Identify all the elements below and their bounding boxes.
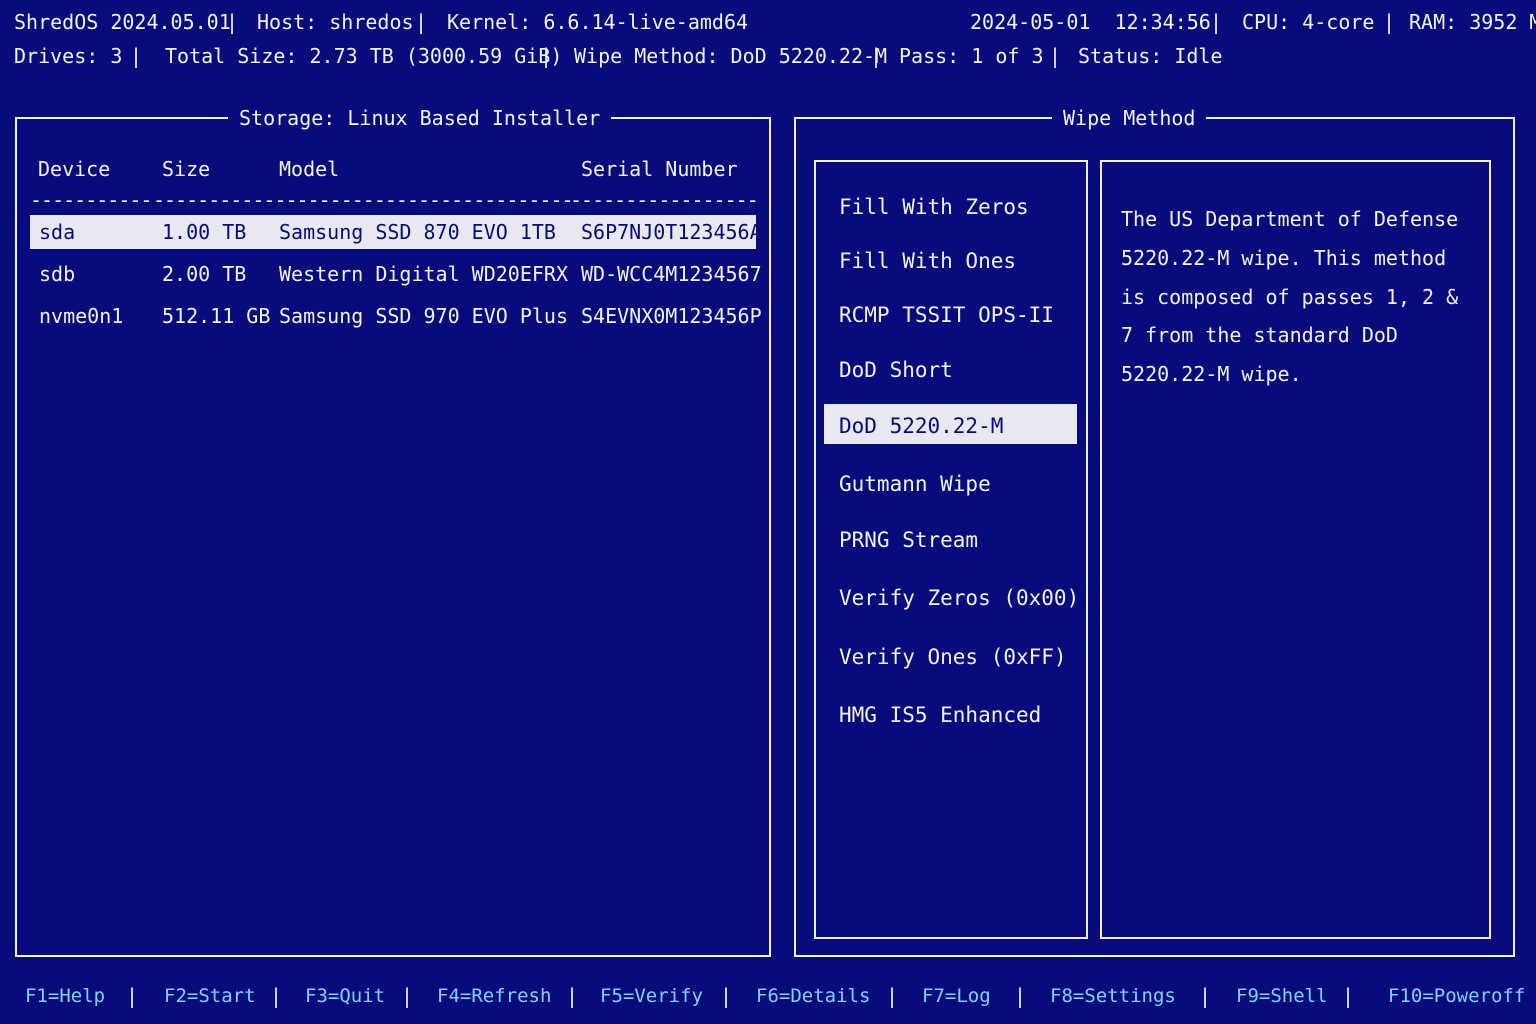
footer-separator: |: [1199, 984, 1212, 1008]
f5-verify-key[interactable]: F5=Verify: [600, 984, 703, 1008]
method-label: Fill With Zeros: [839, 195, 1029, 219]
header-separator: |: [130, 44, 143, 68]
method-rcmp-tssit[interactable]: RCMP TSSIT OPS-II: [824, 295, 1077, 335]
column-divider: -----------: [30, 188, 152, 212]
column-header-model: Model: [279, 157, 340, 181]
storage-panel-title: Storage: Linux Based Installer: [228, 106, 612, 130]
f1-help-key[interactable]: F1=Help: [25, 984, 105, 1008]
pass-label: Pass: 1 of 3: [899, 44, 1044, 68]
drive-device: sdb: [39, 262, 76, 286]
column-header-size: Size: [162, 157, 211, 181]
f3-quit-key[interactable]: F3=Quit: [305, 984, 385, 1008]
drive-device: sda: [39, 220, 76, 244]
drive-row-sdb[interactable]: sdb 2.00 TB Western Digital WD20EFRX WD-…: [30, 257, 762, 291]
column-header-serial: Serial Number: [581, 157, 738, 181]
column-header-device: Device: [38, 157, 111, 181]
wipe-method-panel-title: Wipe Method: [1052, 106, 1207, 130]
column-divider: -----------------: [570, 188, 759, 212]
method-label: RCMP TSSIT OPS-II: [839, 303, 1054, 327]
drive-serial: S4EVNX0M123456P: [581, 304, 762, 328]
drive-model: Western Digital WD20EFRX: [279, 262, 568, 286]
method-label: Verify Zeros (0x00): [839, 586, 1080, 610]
method-label: Gutmann Wipe: [839, 472, 991, 496]
footer-separator: |: [1342, 984, 1355, 1008]
method-fill-zeros[interactable]: Fill With Zeros: [824, 187, 1077, 227]
drive-size: 1.00 TB: [162, 220, 247, 244]
version-label: ShredOS 2024.05.01: [14, 10, 231, 34]
ram-label: RAM: 3952 MB: [1409, 10, 1536, 34]
method-hmg-is5[interactable]: HMG IS5 Enhanced: [824, 695, 1077, 735]
f4-refresh-key[interactable]: F4=Refresh: [437, 984, 551, 1008]
method-fill-ones[interactable]: Fill With Ones: [824, 241, 1077, 281]
f2-start-key[interactable]: F2=Start: [164, 984, 256, 1008]
method-gutmann[interactable]: Gutmann Wipe: [824, 464, 1077, 504]
footer-separator: |: [1014, 984, 1027, 1008]
header-separator: |: [1049, 44, 1062, 68]
drive-row-sda[interactable]: sda 1.00 TB Samsung SSD 870 EVO 1TB S6P7…: [30, 215, 762, 249]
header-separator: |: [1383, 10, 1396, 34]
drive-model: Samsung SSD 870 EVO 1TB: [279, 220, 556, 244]
datetime-label: 2024-05-01 12:34:56: [970, 10, 1211, 34]
total-size-label: Total Size: 2.73 TB (3000.59 GiB): [165, 44, 563, 68]
drive-row-nvme0n1[interactable]: nvme0n1 512.11 GB Samsung SSD 970 EVO Pl…: [30, 299, 762, 333]
kernel-label: Kernel: 6.6.14-live-amd64: [447, 10, 749, 34]
wipe-method-label: Wipe Method: DoD 5220.22-M: [574, 44, 888, 68]
drive-size: 2.00 TB: [162, 262, 247, 286]
f8-settings-key[interactable]: F8=Settings: [1050, 984, 1176, 1008]
footer-separator: |: [401, 984, 414, 1008]
method-verify-ones[interactable]: Verify Ones (0xFF): [824, 637, 1077, 677]
f10-poweroff-key[interactable]: F10=Poweroff: [1388, 984, 1525, 1008]
column-divider: --------------------------------------: [153, 188, 574, 212]
method-label: HMG IS5 Enhanced: [839, 703, 1042, 727]
footer-separator: |: [720, 984, 733, 1008]
method-label: Fill With Ones: [839, 249, 1017, 273]
method-label: Verify Ones (0xFF): [839, 645, 1067, 669]
header-separator: |: [1210, 10, 1223, 34]
drive-model: Samsung SSD 970 EVO Plus: [279, 304, 568, 328]
footer-separator: |: [566, 984, 579, 1008]
footer-separator: |: [270, 984, 283, 1008]
drive-size: 512.11 GB: [162, 304, 271, 328]
method-label: DoD Short: [839, 358, 953, 382]
drive-serial: S6P7NJ0T123456A: [581, 220, 762, 244]
cpu-label: CPU: 4-core: [1242, 10, 1375, 34]
drive-device: nvme0n1: [39, 304, 124, 328]
header-separator: |: [226, 10, 239, 34]
method-prng-stream[interactable]: PRNG Stream: [824, 520, 1077, 560]
drives-label: Drives: 3: [14, 44, 123, 68]
method-dod-short[interactable]: DoD Short: [824, 350, 1077, 390]
header-separator: |: [415, 10, 428, 34]
header-separator: |: [540, 44, 553, 68]
method-dod-5220[interactable]: DoD 5220.22-M: [824, 404, 1077, 444]
f6-details-key[interactable]: F6=Details: [756, 984, 870, 1008]
f7-log-key[interactable]: F7=Log: [922, 984, 991, 1008]
method-label: DoD 5220.22-M: [839, 414, 1004, 438]
host-label: Host: shredos: [257, 10, 414, 34]
f9-shell-key[interactable]: F9=Shell: [1236, 984, 1328, 1008]
drive-serial: WD-WCC4M1234567: [581, 262, 762, 286]
status-label: Status: Idle: [1078, 44, 1223, 68]
method-description: The US Department of Defense 5220.22-M w…: [1121, 207, 1459, 387]
footer-separator: |: [886, 984, 899, 1008]
method-label: PRNG Stream: [839, 528, 979, 552]
method-verify-zeros[interactable]: Verify Zeros (0x00): [824, 578, 1080, 618]
footer-separator: |: [126, 984, 139, 1008]
header-separator: |: [870, 44, 883, 68]
